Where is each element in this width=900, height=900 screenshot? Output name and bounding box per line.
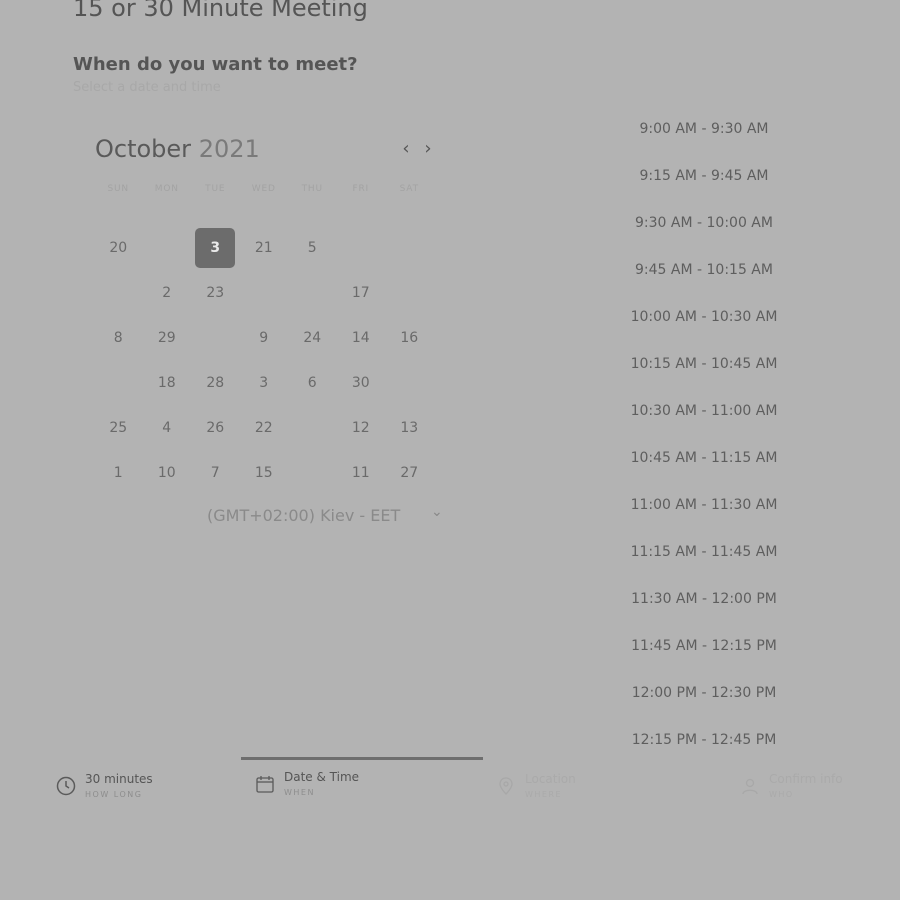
page-title: 15 or 30 Minute Meeting <box>73 0 368 22</box>
calendar-day <box>337 225 386 270</box>
calendar-day[interactable]: 6 <box>288 360 337 405</box>
calendar-day <box>288 405 337 450</box>
calendar-day[interactable]: 29 <box>143 315 192 360</box>
calendar-day[interactable]: 4 <box>143 405 192 450</box>
step-label: Date & Time <box>284 770 360 784</box>
weekday-header: FRI <box>352 184 369 194</box>
calendar-day <box>385 270 434 315</box>
time-slot[interactable]: 9:30 AM - 10:00 AM <box>615 211 793 258</box>
step-label: 30 minutes <box>85 772 153 786</box>
calendar-day[interactable]: 2 <box>143 270 192 315</box>
calendar-day <box>385 360 434 405</box>
calendar-day[interactable]: 15 <box>240 450 289 495</box>
step-sublabel: HOW LONG <box>85 790 143 799</box>
calendar-day-selected[interactable]: 3 <box>191 225 240 270</box>
calendar-day <box>240 270 289 315</box>
calendar-day[interactable]: 30 <box>337 360 386 405</box>
calendar-day[interactable]: 28 <box>191 360 240 405</box>
timezone-select[interactable]: (GMT+02:00) Kiev - EET ⌄ <box>207 504 447 528</box>
step-label: Location <box>525 772 576 786</box>
calendar-day[interactable]: 21 <box>240 225 289 270</box>
next-month-button[interactable]: › <box>421 138 435 160</box>
calendar-day[interactable]: 13 <box>385 405 434 450</box>
chevron-left-icon: ‹ <box>402 138 410 159</box>
month-name: October <box>95 135 192 163</box>
time-slot[interactable]: 10:45 AM - 11:15 AM <box>615 446 793 493</box>
calendar-icon <box>256 776 274 793</box>
calendar-day[interactable]: 25 <box>94 405 143 450</box>
time-slot[interactable]: 9:45 AM - 10:15 AM <box>615 258 793 305</box>
time-slot[interactable]: 11:45 AM - 12:15 PM <box>615 634 793 681</box>
calendar-day[interactable]: 16 <box>385 315 434 360</box>
calendar-month-label: October 2021 <box>95 135 260 163</box>
calendar-day[interactable]: 12 <box>337 405 386 450</box>
time-slot[interactable]: 10:00 AM - 10:30 AM <box>615 305 793 352</box>
calendar-day[interactable]: 8 <box>94 315 143 360</box>
chevron-down-icon: ⌄ <box>431 504 443 520</box>
calendar-day[interactable]: 7 <box>191 450 240 495</box>
calendar-day[interactable]: 14 <box>337 315 386 360</box>
time-slot-list: 9:00 AM - 9:30 AM 9:15 AM - 9:45 AM 9:30 A… <box>615 117 793 775</box>
weekday-header: SUN <box>107 184 129 194</box>
calendar-day[interactable]: 11 <box>337 450 386 495</box>
calendar-day[interactable]: 10 <box>143 450 192 495</box>
year-label: 2021 <box>198 135 260 163</box>
calendar-day[interactable]: 3 <box>240 360 289 405</box>
calendar-day <box>191 315 240 360</box>
clock-icon <box>56 776 76 796</box>
calendar-day[interactable]: 20 <box>94 225 143 270</box>
weekday-header: THU <box>301 184 323 194</box>
calendar-day[interactable]: 5 <box>288 225 337 270</box>
calendar-day[interactable]: 22 <box>240 405 289 450</box>
weekday-header: SAT <box>399 184 419 194</box>
time-slot[interactable]: 12:15 PM - 12:45 PM <box>615 728 793 775</box>
calendar-day <box>288 270 337 315</box>
time-slot[interactable]: 11:15 AM - 11:45 AM <box>615 540 793 587</box>
section-subtitle: Select a date and time <box>73 80 221 95</box>
weekday-header: WED <box>251 184 276 194</box>
step-label: Confirm info <box>769 772 843 786</box>
calendar-day[interactable]: 23 <box>191 270 240 315</box>
calendar-day <box>385 225 434 270</box>
calendar-day[interactable]: 24 <box>288 315 337 360</box>
calendar-day[interactable]: 1 <box>94 450 143 495</box>
chevron-right-icon: › <box>424 138 432 159</box>
calendar-day[interactable]: 27 <box>385 450 434 495</box>
calendar-grid: SUN MON TUE WED THU FRI SAT 20 3 21 5 2 23 17 8 29 9 24 14… <box>94 180 434 495</box>
weekday-header: TUE <box>205 184 226 194</box>
weekday-header: MON <box>154 184 179 194</box>
calendar-day[interactable]: 26 <box>191 405 240 450</box>
step-sublabel: WHO <box>769 790 794 799</box>
selected-day-label: 3 <box>195 227 236 268</box>
time-slot[interactable]: 11:30 AM - 12:00 PM <box>615 587 793 634</box>
time-slot[interactable]: 9:00 AM - 9:30 AM <box>615 117 793 164</box>
time-slot[interactable]: 11:00 AM - 11:30 AM <box>615 493 793 540</box>
prev-month-button[interactable]: ‹ <box>399 138 413 160</box>
calendar-day <box>94 360 143 405</box>
step-sublabel: WHERE <box>525 790 563 799</box>
calendar-day <box>94 270 143 315</box>
timezone-label: (GMT+02:00) Kiev - EET <box>207 506 401 525</box>
progress-indicator <box>241 757 483 760</box>
calendar-day <box>288 450 337 495</box>
user-icon <box>742 778 758 795</box>
time-slot[interactable]: 10:30 AM - 11:00 AM <box>615 399 793 446</box>
time-slot[interactable]: 12:00 PM - 12:30 PM <box>615 681 793 728</box>
step-sublabel: WHEN <box>284 788 315 797</box>
calendar-day[interactable]: 18 <box>143 360 192 405</box>
time-slot[interactable]: 9:15 AM - 9:45 AM <box>615 164 793 211</box>
section-heading: When do you want to meet? <box>73 54 358 75</box>
time-slot[interactable]: 10:15 AM - 10:45 AM <box>615 352 793 399</box>
calendar-day[interactable]: 9 <box>240 315 289 360</box>
calendar-day[interactable]: 17 <box>337 270 386 315</box>
calendar-day <box>143 225 192 270</box>
location-icon <box>499 777 513 795</box>
